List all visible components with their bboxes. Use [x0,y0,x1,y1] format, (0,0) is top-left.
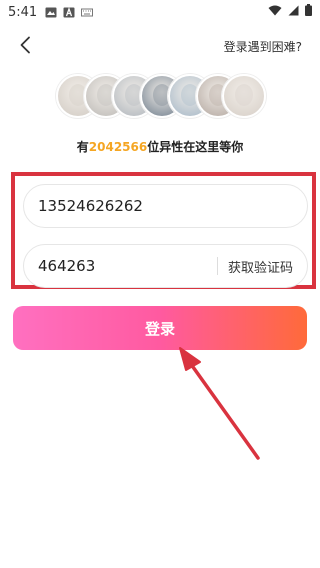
status-time: 5:41 [8,4,38,20]
verification-code-field[interactable]: 464263 获取验证码 [23,244,308,288]
avatar-row [56,74,266,120]
image-icon [45,7,57,18]
login-button-label: 登录 [144,319,175,338]
wifi-icon [268,5,282,20]
tagline-prefix: 有 [76,140,89,154]
font-icon [63,6,75,18]
back-button[interactable] [14,36,36,58]
get-code-button[interactable]: 获取验证码 [228,257,307,276]
battery-icon [305,4,312,20]
code-input-value[interactable]: 464263 [38,257,217,275]
phone-field[interactable]: 13524626262 [23,184,308,228]
cellular-icon [288,5,299,20]
field-divider [216,257,218,275]
keyboard-icon [81,7,94,18]
status-bar: 5:41 [0,0,320,24]
phone-input-value[interactable]: 13524626262 [38,197,307,215]
login-button[interactable]: 登录 [13,306,307,350]
status-right-icons [268,4,312,20]
tagline-suffix: 位异性在这里等你 [147,140,244,154]
avatar [222,74,266,118]
online-count: 2042566 [88,140,148,154]
chevron-left-icon [19,36,31,58]
online-count-tagline: 有2042566位异性在这里等你 [0,138,320,155]
login-form-highlight: 13524626262 464263 获取验证码 [11,172,316,289]
login-help-link[interactable]: 登录遇到困难? [224,38,302,55]
